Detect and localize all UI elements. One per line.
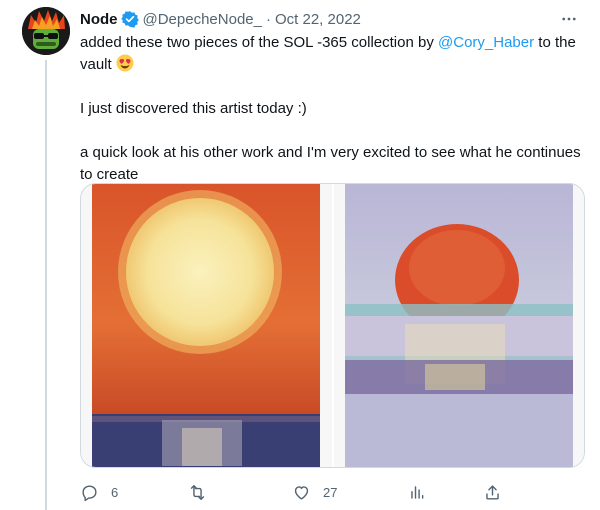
user-handle[interactable]: @DepecheNode_ bbox=[143, 11, 262, 28]
analytics-icon bbox=[411, 485, 424, 499]
retweet-icon bbox=[190, 484, 205, 500]
tweet-actions: 6 27 bbox=[80, 478, 510, 506]
views-button[interactable] bbox=[408, 478, 439, 506]
heart-icon bbox=[294, 485, 309, 500]
sun-painting-sunset bbox=[344, 184, 573, 467]
like-button[interactable]: 27 bbox=[292, 478, 337, 506]
media-image-1[interactable] bbox=[81, 184, 332, 467]
timestamp[interactable]: Oct 22, 2022 bbox=[275, 11, 361, 28]
heart-eyes-emoji-icon bbox=[116, 54, 134, 72]
reply-icon bbox=[82, 484, 97, 501]
avatar[interactable] bbox=[22, 7, 70, 55]
tweet-text-paragraph-3: a quick look at his other work and I'm v… bbox=[80, 144, 581, 183]
tweet-text-paragraph-1: added these two pieces of the SOL -365 c… bbox=[80, 32, 590, 76]
share-button[interactable] bbox=[483, 478, 502, 506]
mention-link[interactable]: @Cory_Haber bbox=[438, 34, 534, 51]
verified-badge-icon bbox=[120, 10, 139, 28]
display-name[interactable]: Node bbox=[80, 11, 118, 28]
separator-dot: · bbox=[265, 10, 271, 28]
tweet-text-paragraph-2: I just discovered this artist today :) bbox=[80, 100, 307, 117]
retweet-button[interactable] bbox=[188, 478, 219, 506]
tweet[interactable]: Node @DepecheNode_ · Oct 22, 2022 added … bbox=[0, 0, 600, 510]
tweet-text: added these two pieces of the SOL -365 c… bbox=[80, 32, 590, 186]
media-grid bbox=[80, 183, 585, 468]
share-icon bbox=[486, 484, 499, 500]
media-image-2[interactable] bbox=[333, 184, 584, 467]
like-count: 27 bbox=[323, 484, 338, 500]
thread-line bbox=[45, 60, 47, 510]
tweet-text-line1-before: added these two pieces of the SOL -365 c… bbox=[80, 34, 434, 51]
reply-button[interactable]: 6 bbox=[80, 478, 118, 506]
more-options-icon[interactable] bbox=[558, 8, 580, 30]
tweet-header: Node @DepecheNode_ · Oct 22, 2022 bbox=[80, 8, 361, 30]
reply-count: 6 bbox=[111, 484, 119, 500]
sun-painting-orange bbox=[92, 184, 321, 467]
